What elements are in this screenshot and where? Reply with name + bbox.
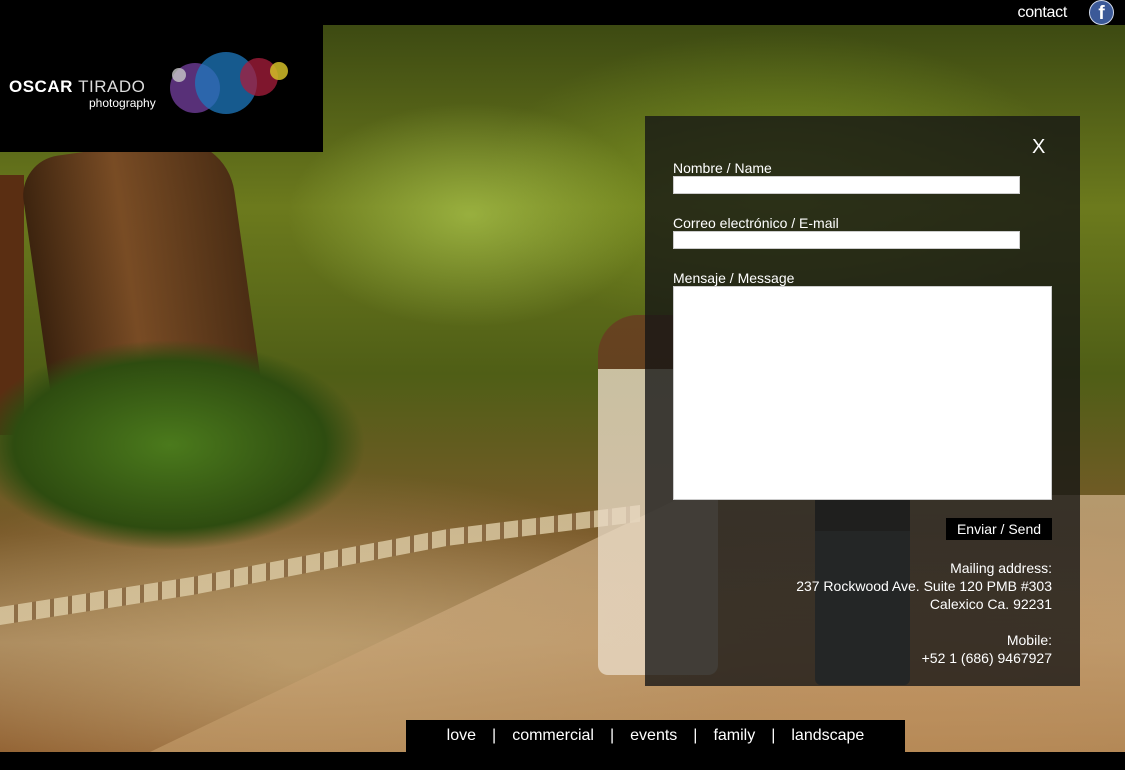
logo-name: OSCAR TIRADO: [9, 77, 145, 97]
nav-commercial[interactable]: commercial: [512, 727, 594, 745]
name-field[interactable]: [673, 176, 1020, 194]
contact-info: Mailing address: 237 Rockwood Ave. Suite…: [796, 559, 1052, 667]
logo-first-name: OSCAR: [9, 77, 73, 96]
nav-family[interactable]: family: [713, 727, 755, 745]
logo-last-name: TIRADO: [78, 77, 146, 96]
nav-events[interactable]: events: [630, 727, 677, 745]
bottom-nav: love | commercial | events | family | la…: [406, 720, 905, 752]
nav-separator: |: [609, 727, 615, 744]
nav-separator: |: [771, 727, 776, 744]
mobile-number: +52 1 (686) 9467927: [921, 650, 1052, 666]
bottom-strip: [0, 752, 1125, 770]
address-line-2: Calexico Ca. 92231: [929, 596, 1052, 612]
mailing-label: Mailing address:: [950, 560, 1052, 576]
logo-subtitle: photography: [89, 96, 156, 110]
bokeh-circle-yellow: [270, 62, 288, 80]
nav-landscape[interactable]: landscape: [791, 727, 864, 745]
message-label: Mensaje / Message: [673, 270, 795, 286]
mobile-label: Mobile:: [1006, 632, 1052, 648]
nav-separator: |: [693, 727, 698, 744]
email-field[interactable]: [673, 231, 1020, 249]
bokeh-circle-grey: [172, 68, 186, 82]
close-icon[interactable]: X: [1032, 136, 1045, 159]
email-label: Correo electrónico / E-mail: [673, 215, 839, 231]
message-field[interactable]: [673, 286, 1052, 500]
address-line-1: 237 Rockwood Ave. Suite 120 PMB #303: [796, 578, 1052, 594]
contact-link[interactable]: contact: [1018, 4, 1068, 22]
top-bar: contact f: [0, 0, 1125, 25]
nav-love[interactable]: love: [447, 727, 476, 745]
facebook-icon[interactable]: f: [1089, 0, 1114, 25]
nav-separator: |: [492, 727, 497, 744]
site-logo[interactable]: OSCAR TIRADO photography: [0, 25, 323, 152]
name-label: Nombre / Name: [673, 160, 772, 176]
send-button[interactable]: Enviar / Send: [946, 518, 1052, 540]
contact-panel: X Nombre / Name Correo electrónico / E-m…: [645, 116, 1080, 686]
